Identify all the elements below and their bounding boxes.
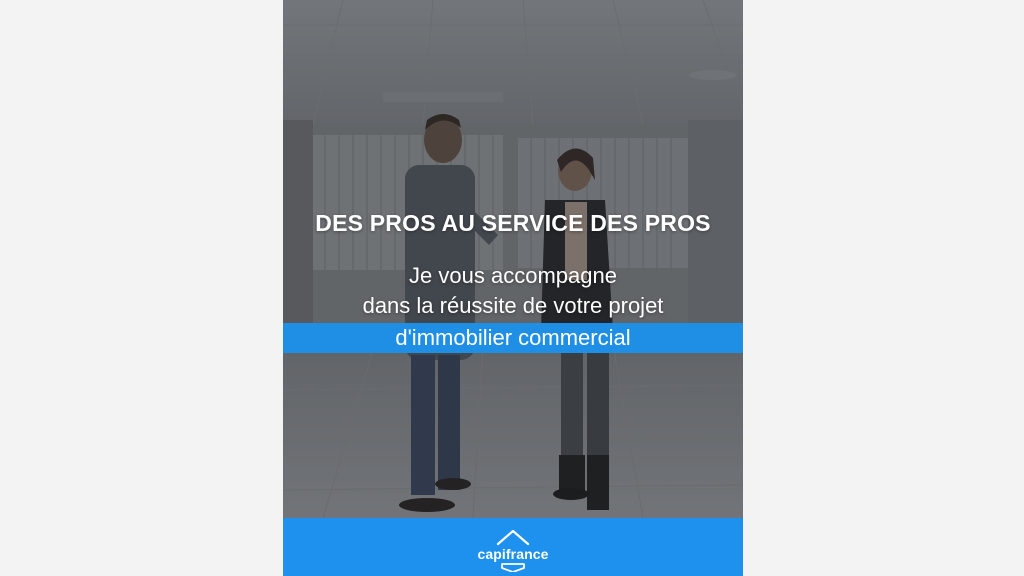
ad-poster: DES PROS AU SERVICE DES PROS Je vous acc…: [283, 0, 743, 576]
brand-name: capifrance: [477, 546, 549, 562]
subheadline-line-2: dans la réussite de votre projet: [362, 293, 664, 318]
subheadline-line-1: Je vous accompagne: [409, 263, 617, 288]
capifrance-logo: capifrance: [463, 524, 563, 572]
office-meeting-photo: [283, 0, 743, 518]
headline: DES PROS AU SERVICE DES PROS: [315, 210, 711, 236]
subheadline: Je vous accompagne dans la réussite de v…: [283, 261, 743, 353]
highlighted-phrase: d'immobilier commercial: [283, 323, 743, 353]
brand-footer: capifrance: [283, 518, 743, 576]
